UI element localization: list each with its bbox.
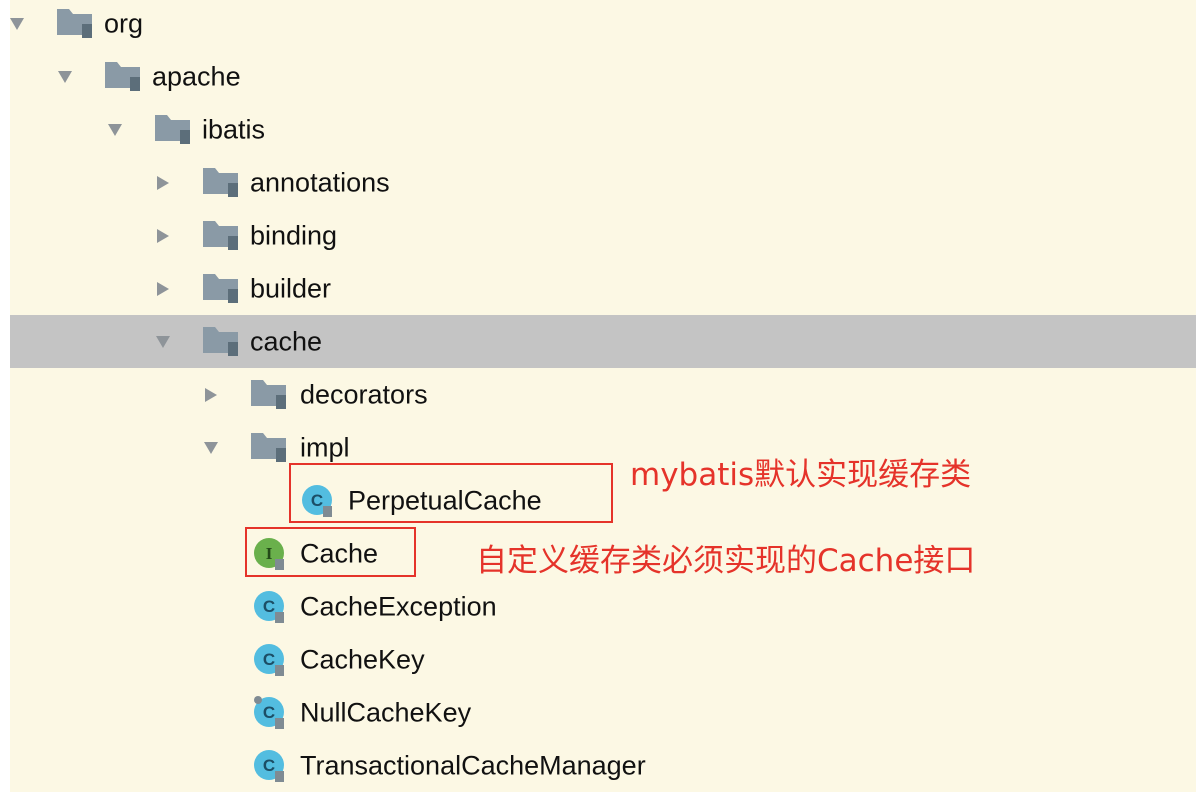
tree-row-label: CacheKey	[300, 644, 425, 674]
package-folder-icon	[202, 167, 244, 199]
expand-arrow-icon[interactable]	[8, 15, 26, 33]
class-icon: C	[252, 642, 288, 678]
class-icon: C	[252, 748, 288, 784]
svg-text:C: C	[263, 597, 275, 616]
package-folder-icon	[202, 273, 244, 305]
expand-arrow-icon[interactable]	[56, 68, 74, 86]
package-folder-icon	[56, 8, 98, 40]
tree-row-label: binding	[250, 220, 338, 250]
tree-row-cache[interactable]: cache	[10, 315, 1196, 368]
highlight-box-cache-interface	[245, 527, 416, 577]
annotation-cache-interface-note: 自定义缓存类必须实现的Cache接口	[476, 543, 976, 579]
tree-row-label: CacheException	[300, 591, 497, 621]
collapse-arrow-icon[interactable]	[154, 227, 172, 245]
tree-row-label: cache	[250, 326, 323, 356]
tree-row-label: apache	[152, 61, 241, 91]
expand-arrow-icon[interactable]	[154, 333, 172, 351]
project-tree: org apache ibatis annotations binding bu…	[10, 0, 1196, 792]
svg-text:C: C	[263, 756, 275, 775]
package-folder-icon	[154, 114, 196, 146]
package-folder-icon	[202, 220, 244, 252]
svg-text:C: C	[263, 650, 275, 669]
tree-row-label: decorators	[300, 379, 428, 409]
tree-row-builder[interactable]: builder	[10, 262, 1196, 315]
highlight-box-perpetualcache	[289, 463, 613, 523]
expand-arrow-icon[interactable]	[106, 121, 124, 139]
svg-text:C: C	[263, 703, 275, 722]
expand-arrow-icon[interactable]	[202, 439, 220, 457]
package-folder-icon	[104, 61, 146, 93]
package-folder-icon	[250, 379, 292, 411]
tree-row-annotations[interactable]: annotations	[10, 156, 1196, 209]
tree-row-label: annotations	[250, 167, 390, 197]
collapse-arrow-icon[interactable]	[202, 386, 220, 404]
tree-row-cacheexception[interactable]: C CacheException	[10, 580, 1196, 633]
tree-row-apache[interactable]: apache	[10, 50, 1196, 103]
tree-row-label: NullCacheKey	[300, 697, 472, 727]
tree-row-nullcachekey[interactable]: C NullCacheKey	[10, 686, 1196, 739]
tree-row-label: TransactionalCacheManager	[300, 750, 646, 780]
tree-row-cachekey[interactable]: C CacheKey	[10, 633, 1196, 686]
annotation-perpetualcache-note: mybatis默认实现缓存类	[630, 457, 972, 493]
class-icon: C	[252, 589, 288, 625]
package-folder-icon	[250, 432, 292, 464]
tree-row-decorators[interactable]: decorators	[10, 368, 1196, 421]
tree-row-ibatis[interactable]: ibatis	[10, 103, 1196, 156]
tree-row-transactionalcachemanager[interactable]: C TransactionalCacheManager	[10, 739, 1196, 792]
tree-row-label: org	[104, 8, 144, 38]
tree-row-binding[interactable]: binding	[10, 209, 1196, 262]
collapse-arrow-icon[interactable]	[154, 174, 172, 192]
package-folder-icon	[202, 326, 244, 358]
tree-row-org[interactable]: org	[10, 0, 1196, 50]
tree-row-label: ibatis	[202, 114, 266, 144]
class-icon: C	[252, 695, 288, 731]
tree-row-label: impl	[300, 432, 350, 462]
tree-row-label: builder	[250, 273, 332, 303]
collapse-arrow-icon[interactable]	[154, 280, 172, 298]
